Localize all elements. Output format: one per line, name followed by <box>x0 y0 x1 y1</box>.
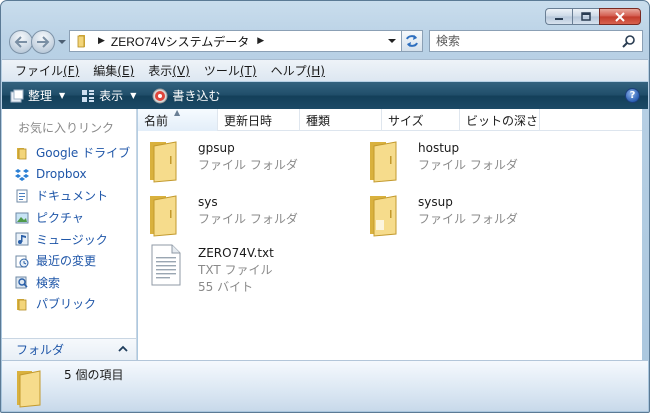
burn-disc-icon <box>152 88 168 104</box>
menu-bar: ファイル(F) 編集(E) 表示(V) ツール(T) ヘルプ(H) <box>2 59 648 81</box>
nav-item-public[interactable]: パブリック <box>14 293 130 315</box>
file-list-view: ▲ 名前 更新日時 種類 サイズ ビットの深さ gpsup ファイル フォルダ <box>138 108 642 360</box>
google-drive-icon <box>14 145 30 161</box>
column-header-bit-depth[interactable]: ビットの深さ <box>460 109 540 131</box>
search-input[interactable] <box>436 32 616 50</box>
public-folder-icon <box>14 296 30 312</box>
breadcrumb-chevron-icon[interactable]: ▶ <box>257 36 264 46</box>
sort-ascending-icon: ▲ <box>174 108 181 117</box>
menu-view[interactable]: 表示(V) <box>141 62 197 79</box>
file-tile[interactable]: hostup ファイル フォルダ <box>366 136 518 184</box>
nav-item-dropbox[interactable]: Dropbox <box>14 164 130 186</box>
nav-item-search[interactable]: 検索 <box>14 272 130 294</box>
file-type: ファイル フォルダ <box>198 212 298 226</box>
file-type: ファイル フォルダ <box>418 212 518 226</box>
chevron-down-icon <box>388 39 396 43</box>
folders-pane-toggle[interactable]: フォルダ <box>2 338 136 360</box>
file-name: sys <box>198 195 218 209</box>
file-type: ファイル フォルダ <box>198 158 298 172</box>
burn-button[interactable]: 書き込む <box>152 87 220 104</box>
file-size: 55 バイト <box>198 280 254 294</box>
music-icon <box>14 231 30 247</box>
address-row: ▶ ZERO74Vシステムデータ ▶ <box>9 29 643 55</box>
file-name: gpsup <box>198 141 235 155</box>
favorites-header: お気に入りリンク <box>18 121 115 135</box>
chevron-down-icon: ▼ <box>130 91 137 100</box>
maximize-button[interactable] <box>572 8 599 25</box>
refresh-button[interactable] <box>401 30 423 52</box>
file-name: sysup <box>418 195 453 209</box>
command-bar: 整理 ▼ 表示 ▼ 書き込む ? <box>2 82 648 109</box>
menu-tools[interactable]: ツール(T) <box>197 62 264 79</box>
help-icon[interactable]: ? <box>625 88 640 103</box>
explorer-window: ▶ ZERO74Vシステムデータ ▶ ファイル(F) 編集(E) 表示(V) <box>0 0 650 413</box>
search-box[interactable] <box>429 30 643 52</box>
folder-icon <box>150 195 177 237</box>
folder-icon <box>370 141 397 183</box>
text-file-icon <box>151 244 181 286</box>
nav-item-pictures[interactable]: ピクチャ <box>14 207 130 229</box>
minimize-button[interactable] <box>545 8 572 25</box>
nav-item-documents[interactable]: ドキュメント <box>14 185 130 207</box>
chevron-down-icon: ▼ <box>59 91 66 100</box>
file-type: ファイル フォルダ <box>418 158 518 172</box>
close-button[interactable] <box>599 8 641 25</box>
search-icon[interactable] <box>622 34 636 51</box>
view-icon <box>81 89 95 103</box>
navigation-pane: お気に入りリンク Google ドライブ Dropbox ドキュメント ピクチャ… <box>2 109 137 360</box>
file-tile[interactable]: sysup ファイル フォルダ <box>366 190 518 238</box>
menu-edit[interactable]: 編集(E) <box>86 62 141 79</box>
column-headers: ▲ 名前 更新日時 種類 サイズ ビットの深さ <box>138 108 642 131</box>
forward-button[interactable] <box>31 30 55 54</box>
details-pane: 5 個の項目 <box>2 360 648 411</box>
column-header-size[interactable]: サイズ <box>382 109 460 131</box>
organize-icon <box>10 89 24 103</box>
nav-item-recent[interactable]: 最近の変更 <box>14 250 130 272</box>
menu-help[interactable]: ヘルプ(H) <box>264 62 332 79</box>
column-header-modified[interactable]: 更新日時 <box>218 109 300 131</box>
column-header-type[interactable]: 種類 <box>300 109 382 131</box>
folder-icon <box>150 141 177 183</box>
file-tile[interactable]: sys ファイル フォルダ <box>146 190 298 238</box>
item-count: 5 個の項目 <box>64 368 124 382</box>
file-tile[interactable]: gpsup ファイル フォルダ <box>146 136 298 184</box>
folder-icon <box>77 35 85 48</box>
organize-button[interactable]: 整理 ▼ <box>10 87 65 104</box>
breadcrumb-current[interactable]: ZERO74Vシステムデータ <box>111 33 249 50</box>
recent-icon <box>14 253 30 269</box>
menu-file[interactable]: ファイル(F) <box>8 62 86 79</box>
back-button[interactable] <box>9 30 33 54</box>
search-folder-icon <box>14 274 30 290</box>
view-button[interactable]: 表示 ▼ <box>81 87 136 104</box>
file-tile[interactable]: ZERO74V.txt TXT ファイル 55 バイト <box>146 241 274 296</box>
dropbox-icon <box>14 166 30 182</box>
file-name: ZERO74V.txt <box>198 246 274 260</box>
forward-arrow-icon <box>37 36 50 48</box>
nav-item-music[interactable]: ミュージック <box>14 228 130 250</box>
folders-label: フォルダ <box>16 343 65 357</box>
file-name: hostup <box>418 141 460 155</box>
folder-icon <box>370 195 397 237</box>
breadcrumb-separator-icon[interactable]: ▶ <box>98 36 105 46</box>
recent-pages-dropdown-icon[interactable] <box>58 38 66 46</box>
column-header-name[interactable]: ▲ 名前 <box>138 108 218 131</box>
favorites-list: Google ドライブ Dropbox ドキュメント ピクチャ ミュージック 最… <box>14 142 130 315</box>
caption-buttons <box>545 8 641 25</box>
file-type: TXT ファイル <box>198 263 273 277</box>
folder-icon <box>17 370 41 408</box>
chevron-up-icon <box>118 345 128 352</box>
address-dropdown-button[interactable] <box>384 32 400 50</box>
pictures-icon <box>14 210 30 226</box>
back-arrow-icon <box>14 36 27 48</box>
nav-item-google-drive[interactable]: Google ドライブ <box>14 142 130 164</box>
address-bar[interactable]: ▶ ZERO74Vシステムデータ ▶ <box>69 30 402 52</box>
documents-icon <box>14 188 30 204</box>
refresh-icon <box>406 35 418 47</box>
